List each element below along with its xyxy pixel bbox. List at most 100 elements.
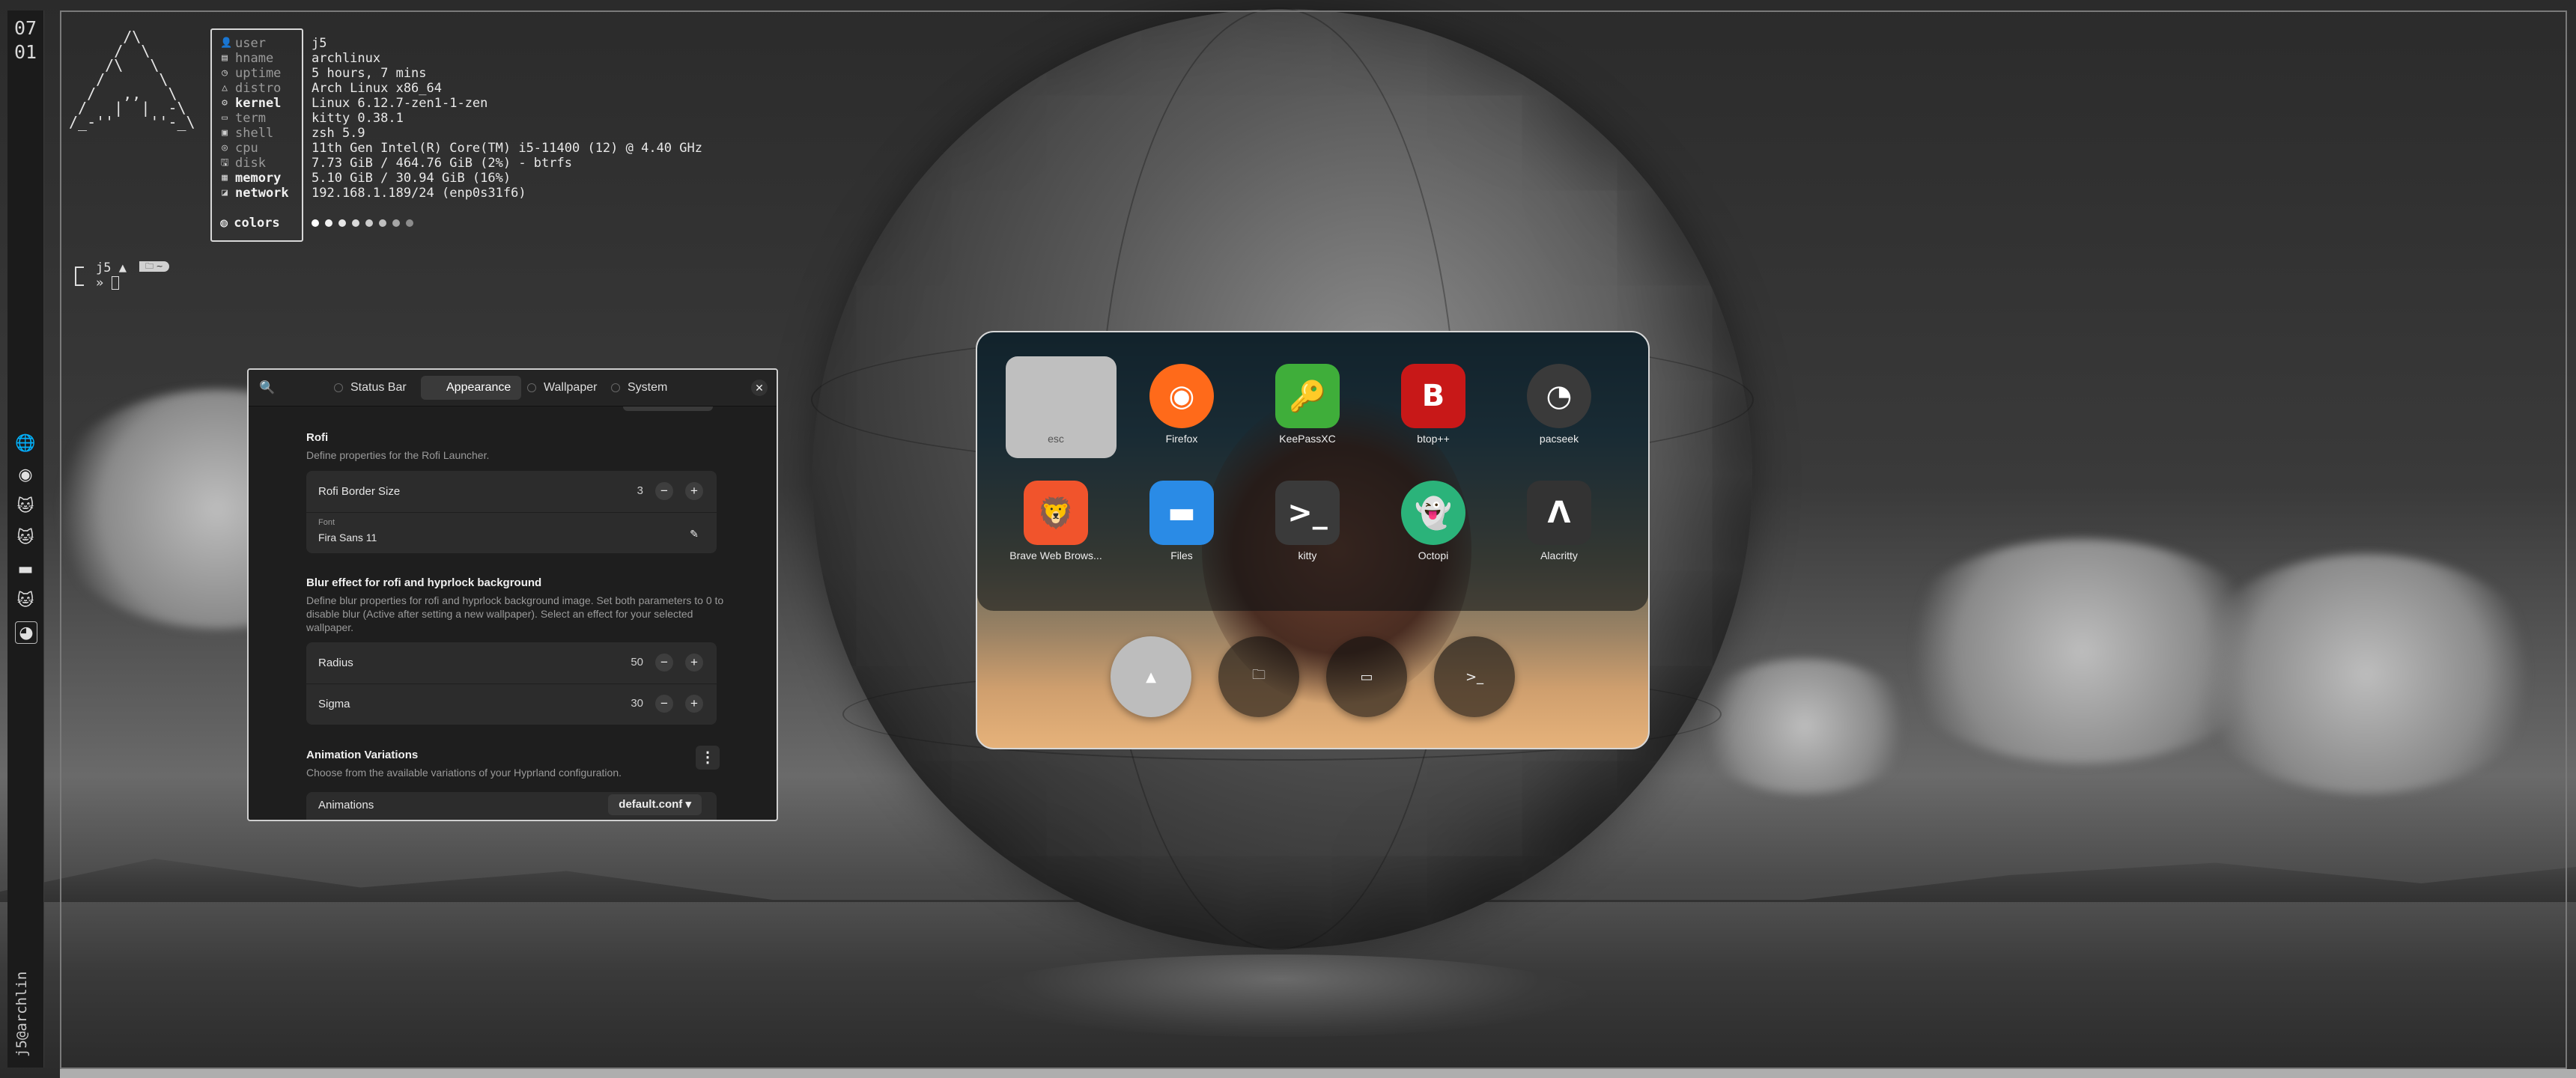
screen-bottom-edge xyxy=(60,1069,2576,1078)
app-grid: esc ◉ Firefox 🔑 KeePassXC Bbtop++ ◔ pacseek 🦁 Bra… xyxy=(977,332,1648,611)
cloud xyxy=(2187,554,2546,794)
sigma-value: 30 xyxy=(631,697,643,710)
app-label: Firefox xyxy=(1165,433,1198,445)
dock-arch-icon[interactable]: ▲ xyxy=(1111,636,1191,717)
app-files[interactable]: ▬ Files xyxy=(1126,473,1238,585)
edit-pencil-icon[interactable]: ✎ xyxy=(685,525,703,543)
colors-label: ◍ colors xyxy=(220,216,280,231)
app-brave[interactable]: 🦁 Brave Web Brows... xyxy=(1000,473,1112,585)
font-small-label: Font xyxy=(318,518,335,527)
app-label: Brave Web Brows... xyxy=(1009,549,1102,561)
sigma-increase-button[interactable]: + xyxy=(685,695,703,713)
fastfetch-key-cpu: ◎ cpu xyxy=(220,141,289,156)
distro-icon: △ xyxy=(222,82,228,94)
fastfetch-key-label: disk xyxy=(235,156,266,171)
tab-indicator-icon xyxy=(611,383,620,392)
dock-window-icon[interactable]: ▭ xyxy=(1326,636,1407,717)
cpu-icon: ◎ xyxy=(222,142,228,153)
app-octopi[interactable]: 👻 Octopi xyxy=(1377,473,1489,585)
font-value: Fira Sans 11 xyxy=(318,532,377,543)
octopi-icon: 👻 xyxy=(1401,481,1465,545)
folder-icon[interactable]: ▬ xyxy=(15,558,36,579)
user-icon: 👤 xyxy=(220,37,233,49)
github-cat-icon[interactable]: 🐱 xyxy=(15,496,36,517)
color-dot xyxy=(406,219,413,227)
more-options-button[interactable]: ⋮ xyxy=(696,746,720,770)
left-status-bar: 07 01 🌐 ◉ 🐱 🐱 ▬ 🐱 ◕ j5@archlin xyxy=(7,10,44,1068)
dock-folder-icon[interactable]: 🗀 xyxy=(1218,636,1299,717)
app-label: kitty xyxy=(1298,549,1317,561)
clock-minute: 01 xyxy=(13,41,37,63)
color-dot xyxy=(312,219,319,227)
tab-wallpaper[interactable]: Wallpaper xyxy=(517,376,607,400)
app-alacritty[interactable]: Λ Alacritty xyxy=(1503,473,1615,585)
app-firefox[interactable]: ◉ Firefox xyxy=(1126,356,1238,469)
fastfetch-key-memory: ▦ memory xyxy=(220,171,289,186)
tab-status-bar[interactable]: Status Bar xyxy=(323,376,417,400)
tab-system[interactable]: System xyxy=(601,376,678,400)
tab-appearance[interactable]: Appearance xyxy=(421,376,522,400)
app-label: Files xyxy=(1170,549,1193,561)
github-cat-icon[interactable]: 🐱 xyxy=(15,527,36,548)
app-keepassxc[interactable]: 🔑 KeePassXC xyxy=(1251,356,1364,469)
radius-value: 50 xyxy=(631,656,643,669)
fastfetch-value-memory: 5.10 GiB / 30.94 GiB (16%) xyxy=(312,171,511,186)
prompt-arrow: » xyxy=(96,275,104,290)
color-dots xyxy=(312,219,413,227)
color-dot xyxy=(325,219,332,227)
radius-decrease-button[interactable]: − xyxy=(655,654,673,672)
fastfetch-key-term: ▭ term xyxy=(220,111,289,126)
blur-card: Radius 50 − + Sigma 30 − + xyxy=(306,642,717,725)
fastfetch-value-hname: archlinux xyxy=(312,51,381,66)
blur-section-desc: Define blur properties for rofi and hypr… xyxy=(306,594,724,633)
shell-prompt[interactable]: j5 ▲ » xyxy=(96,261,127,290)
settings-header: 🔍 Status Bar Appearance Wallpaper System… xyxy=(249,370,777,406)
firefox-icon[interactable]: ◉ xyxy=(15,464,36,485)
hname-icon: ▤ xyxy=(222,52,228,64)
fastfetch-key-label: uptime xyxy=(235,66,282,81)
close-button[interactable]: ✕ xyxy=(751,380,768,396)
font-row[interactable]: Fira Sans 11 xyxy=(306,528,717,547)
dock-terminal-icon[interactable]: >_ xyxy=(1434,636,1515,717)
rofi-section-desc: Define properties for the Rofi Launcher. xyxy=(306,449,490,461)
fastfetch-key-user: 👤 user xyxy=(220,36,289,51)
tab-indicator-icon xyxy=(527,383,536,392)
animations-dropdown[interactable]: default.conf ▾ xyxy=(608,794,702,815)
github-icon[interactable]: ◕ xyxy=(15,621,37,644)
rofi-border-increase-button[interactable]: + xyxy=(685,482,703,500)
fastfetch-key-distro: △ distro xyxy=(220,81,289,96)
fastfetch-keys: 👤 user ▤ hname ◷ uptime △ distro ⚙ kernel ▭ term ▣ sh… xyxy=(220,36,289,201)
radius-increase-button[interactable]: + xyxy=(685,654,703,672)
app-esc[interactable]: esc xyxy=(1000,356,1117,469)
btop-icon: B xyxy=(1401,364,1465,428)
rofi-border-decrease-button[interactable]: − xyxy=(655,482,673,500)
clock: 07 01 xyxy=(12,16,39,64)
uptime-icon: ◷ xyxy=(222,67,228,79)
app-btop[interactable]: Bbtop++ xyxy=(1377,356,1489,469)
arch-ascii-logo: /\ / \ /\ \ / \ / ,, \ / | | -\ /_-'' ''… xyxy=(69,28,195,131)
fastfetch-key-disk: 🖫 disk xyxy=(220,156,289,171)
app-label: KeePassXC xyxy=(1279,433,1336,445)
rofi-border-value: 3 xyxy=(637,484,643,497)
fastfetch-key-label: cpu xyxy=(235,141,258,156)
fastfetch-value-distro: Arch Linux x86_64 xyxy=(312,81,442,96)
fastfetch-value-term: kitty 0.38.1 xyxy=(312,111,404,126)
animation-card: Animations default.conf ▾ xyxy=(306,792,717,820)
github-cat-icon[interactable]: 🐱 xyxy=(15,590,36,611)
bar-user-host: j5@archlin xyxy=(13,971,30,1057)
globe-icon[interactable]: 🌐 xyxy=(15,433,36,454)
app-pacseek[interactable]: ◔ pacseek xyxy=(1503,356,1615,469)
fastfetch-value-network: 192.168.1.189/24 (enp0s31f6) xyxy=(312,186,526,201)
term-icon: ▭ xyxy=(222,112,228,124)
fastfetch-key-label: user xyxy=(235,36,266,51)
app-label: esc xyxy=(1048,433,1064,445)
fastfetch-value-disk: 7.73 GiB / 464.76 GiB (2%) - btrfs xyxy=(312,156,572,171)
files-icon: ▬ xyxy=(1149,481,1214,545)
kernel-icon: ⚙ xyxy=(222,97,228,109)
app-kitty[interactable]: >_ kitty xyxy=(1251,473,1364,585)
rofi-launcher: esc ◉ Firefox 🔑 KeePassXC Bbtop++ ◔ pacseek 🦁 Bra… xyxy=(976,331,1650,749)
search-icon[interactable]: 🔍 xyxy=(259,380,275,395)
sigma-decrease-button[interactable]: − xyxy=(655,695,673,713)
fastfetch-value-uptime: 5 hours, 7 mins xyxy=(312,66,427,81)
fastfetch-key-shell: ▣ shell xyxy=(220,126,289,141)
